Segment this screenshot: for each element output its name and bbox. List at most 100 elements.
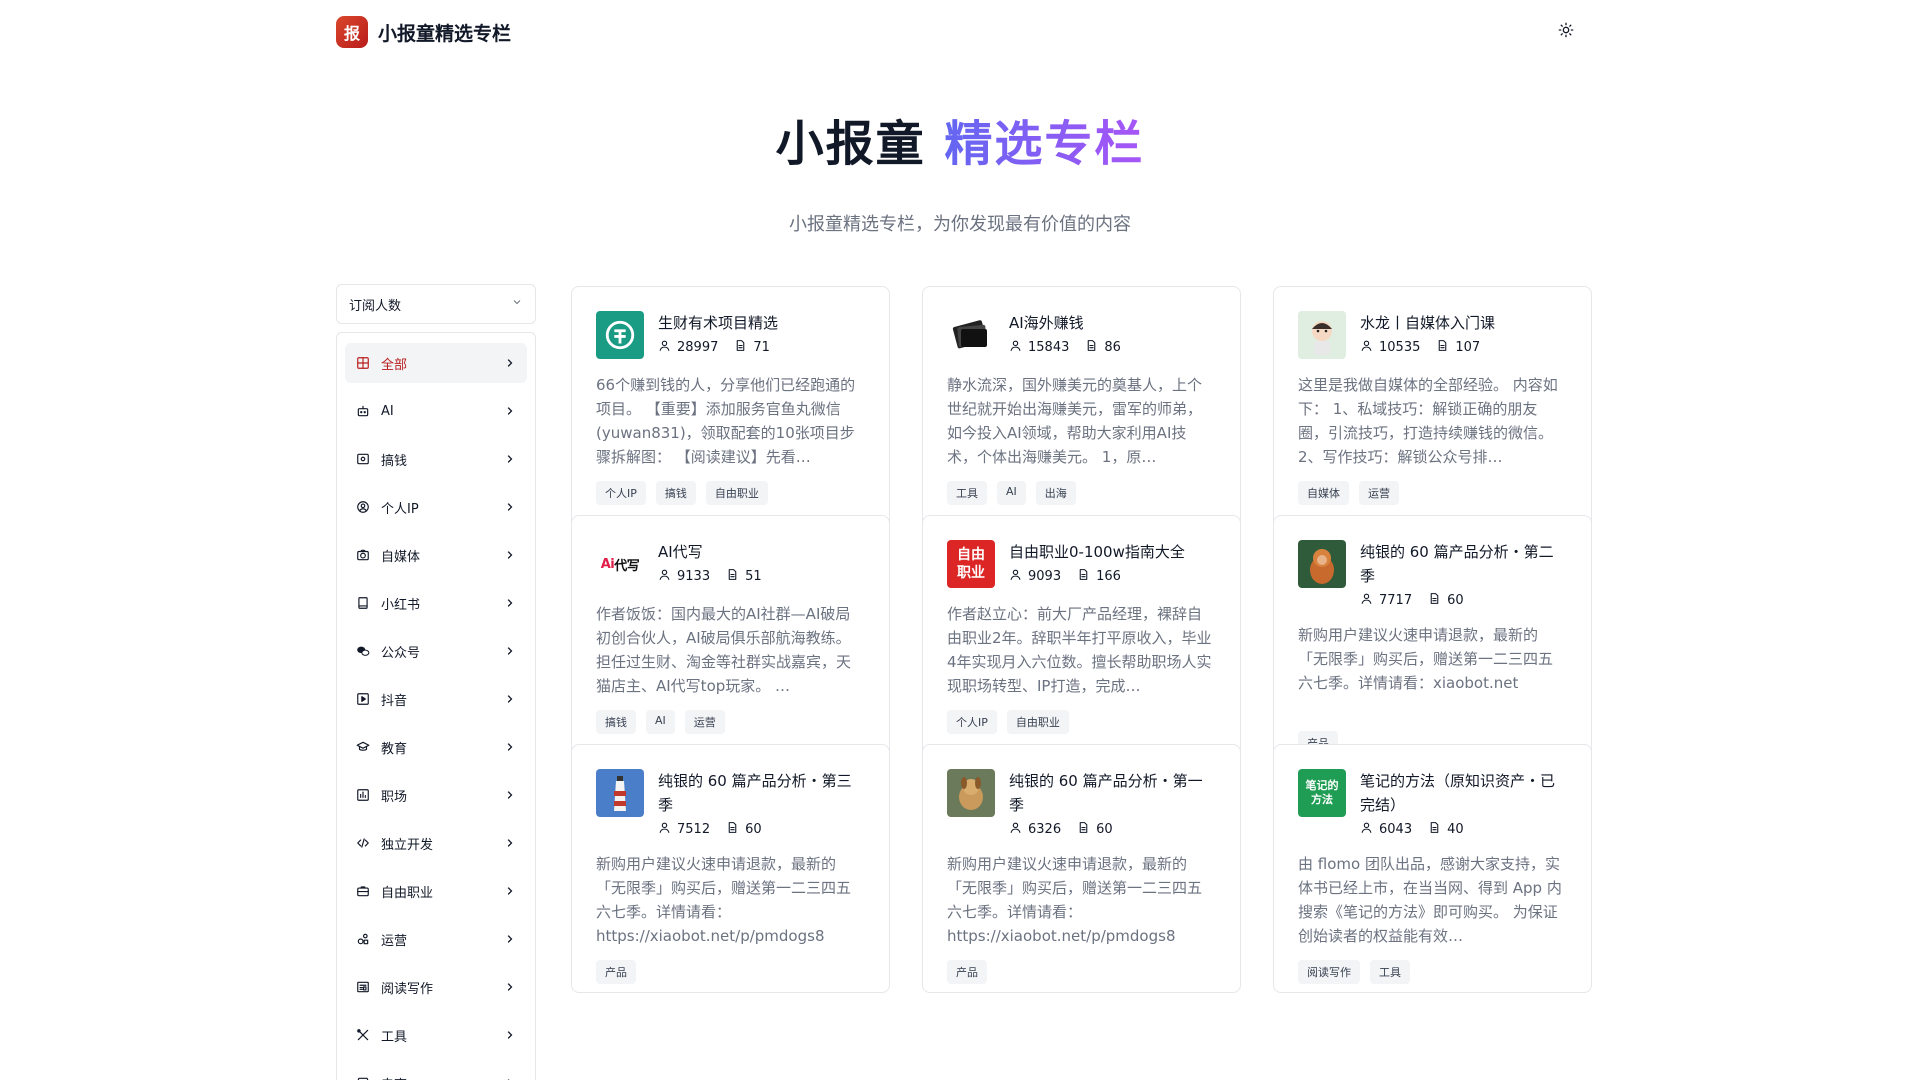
grid-icon [355,355,371,371]
sidebar-item-3[interactable]: 个人IP [345,487,527,527]
column-description: 作者赵立心：前大厂产品经理，裸辞自由职业2年。辞职半年打平原收入，毕业4年实现月… [947,605,1212,695]
tag-badge[interactable]: 运营 [684,710,725,734]
tag-badge[interactable]: 阅读写作 [1298,960,1360,984]
sidebar-item-10[interactable]: 独立开发 [345,823,527,863]
tag-badge[interactable]: 工具 [1370,960,1410,984]
tag-badge[interactable]: 自媒体 [1298,481,1349,505]
tag-list: 工具 AI 出海 [947,481,1216,505]
column-description: 由 flomo 团队出品，感谢大家支持，实体书已经上市，在当当网、得到 App … [1298,855,1562,945]
post-count: 51 [745,569,762,584]
column-card[interactable]: 自由 职业 自由职业0-100w指南大全 9093 166 作者赵立心：前大厂产品… [922,515,1241,764]
tag-badge[interactable]: 出海 [1035,481,1076,505]
sidebar-item-1[interactable]: AI [345,391,527,431]
post-count: 107 [1455,340,1481,355]
user-icon [1009,568,1022,585]
tag-list: 产品 [596,960,865,984]
document-icon [1436,339,1449,356]
brand[interactable]: 报 小报童精选专栏 [336,16,511,48]
tag-badge[interactable]: 产品 [947,960,987,984]
page-title: 小报童 精选专栏 [0,104,1920,174]
sidebar-item-7[interactable]: 抖音 [345,679,527,719]
column-cover-image [1298,540,1346,588]
column-cover-image: 自由 职业 [947,540,995,588]
subscriber-count: 10535 [1379,340,1421,355]
subscriber-count: 7512 [677,822,711,837]
sidebar-item-14[interactable]: 工具 [345,1015,527,1055]
sidebar-item-label: 自媒体 [381,549,421,565]
brand-logo: 报 [336,16,368,48]
column-description: 新购用户建议火速申请退款，最新的「无限季」购买后，赠送第一二三四五六七季。详情请… [947,855,1203,945]
tag-badge[interactable]: 个人IP [596,481,646,505]
user-icon [658,339,671,356]
column-card[interactable]: 笔记的方法 笔记的方法（原知识资产・已完结） 6043 40 由 flomo 团… [1273,744,1592,993]
chevron-right-icon [503,980,517,994]
column-card[interactable]: AI海外赚钱 15843 86 静水流深，国外赚美元的奠基人，上个世纪就开始出海… [922,286,1241,535]
column-cover-image [596,311,644,359]
column-description: 66个赚到钱的人，分享他们已经跑通的项目。 【重要】添加服务官鱼丸微信(yuwa… [596,376,856,466]
column-card[interactable]: 纯银的 60 篇产品分析・第一季 6326 60 新购用户建议火速申请退款，最新… [922,744,1241,993]
tag-badge[interactable]: 搞钱 [655,481,696,505]
column-description: 作者饭饭：国内最大的AI社群—AI破局初创合伙人，AI破局俱乐部航海教练。担任过… [596,605,852,695]
chevron-right-icon [503,884,517,898]
chevron-right-icon [503,836,517,850]
graduation-cap-icon [355,739,371,755]
chevron-right-icon [503,356,517,370]
column-description: 新购用户建议火速申请退款，最新的「无限季」购买后，赠送第一二三四五六七季。详情请… [596,855,852,945]
column-title: 水龙丨自媒体入门课 [1360,314,1496,332]
document-icon [1085,339,1098,356]
subscriber-count: 9093 [1028,569,1062,584]
column-title: 纯银的 60 篇产品分析・第一季 [1009,772,1203,814]
title-main: 小报童 [775,116,926,172]
sidebar-item-5[interactable]: 小红书 [345,583,527,623]
tag-badge[interactable]: 工具 [947,481,987,505]
sidebar-item-11[interactable]: 自由职业 [345,871,527,911]
tag-badge[interactable]: 搞钱 [596,710,636,734]
column-title: AI海外赚钱 [1009,314,1084,332]
sidebar-item-6[interactable]: 公众号 [345,631,527,671]
sidebar-item-12[interactable]: 运营 [345,919,527,959]
sidebar-item-9[interactable]: 职场 [345,775,527,815]
subscriber-count: 15843 [1028,340,1070,355]
tag-badge[interactable]: 自由职业 [705,481,768,505]
wechat-icon [355,643,371,659]
tag-list: 个人IP 搞钱 自由职业 [596,481,865,505]
tag-badge[interactable]: 自由职业 [1006,710,1069,734]
tag-badge[interactable]: AI [997,481,1026,505]
subscriber-count: 28997 [677,340,719,355]
page-subtitle: 小报童精选专栏，为你发现最有价值的内容 [789,214,1131,235]
sort-select-value: 订阅人数 [349,298,402,314]
sidebar-item-2[interactable]: 搞钱 [345,439,527,479]
tag-badge[interactable]: 运营 [1359,481,1399,505]
column-title: 纯银的 60 篇产品分析・第二季 [1360,543,1554,585]
book-icon [355,595,371,611]
user-icon [1360,821,1373,838]
sort-select[interactable]: 订阅人数 [336,284,536,324]
theme-toggle-button[interactable] [1548,14,1584,50]
tag-badge[interactable]: AI [646,710,675,734]
post-count: 86 [1104,340,1121,355]
newspaper-icon [355,979,371,995]
tag-badge[interactable]: 个人IP [947,710,997,734]
tag-badge[interactable]: 产品 [596,960,636,984]
column-card[interactable]: 纯银的 60 篇产品分析・第三季 7512 60 新购用户建议火速申请退款，最新… [571,744,890,993]
subscriber-count: 9133 [677,569,711,584]
sidebar-item-8[interactable]: 教育 [345,727,527,767]
briefcase-icon [355,883,371,899]
column-card[interactable]: 生财有术项目精选 28997 71 66个赚到钱的人，分享他们已经跑通的项目。 … [571,286,890,535]
document-icon [726,568,739,585]
post-count: 60 [1096,822,1113,837]
column-card[interactable]: Ai 代写 AI代写 9133 51 作者饭饭：国内最大的AI社群—AI破局初创合… [571,515,890,764]
document-icon [1428,821,1441,838]
user-icon [658,821,671,838]
column-card[interactable]: 水龙丨自媒体入门课 10535 107 这里是我做自媒体的全部经验。 内容如下：… [1273,286,1592,535]
tag-list: 产品 [947,960,1216,984]
sidebar-item-15[interactable]: 电商 [345,1063,527,1080]
sidebar-item-label: 搞钱 [381,453,408,469]
sidebar-item-13[interactable]: 阅读写作 [345,967,527,1007]
column-card[interactable]: 纯银的 60 篇产品分析・第二季 7717 60 新购用户建议火速申请退款，最新… [1273,515,1592,764]
sidebar-item-4[interactable]: 自媒体 [345,535,527,575]
column-cover-image [947,311,995,359]
chart-icon [355,787,371,803]
sidebar-item-0[interactable]: 全部 [345,343,527,383]
user-icon [1360,339,1373,356]
